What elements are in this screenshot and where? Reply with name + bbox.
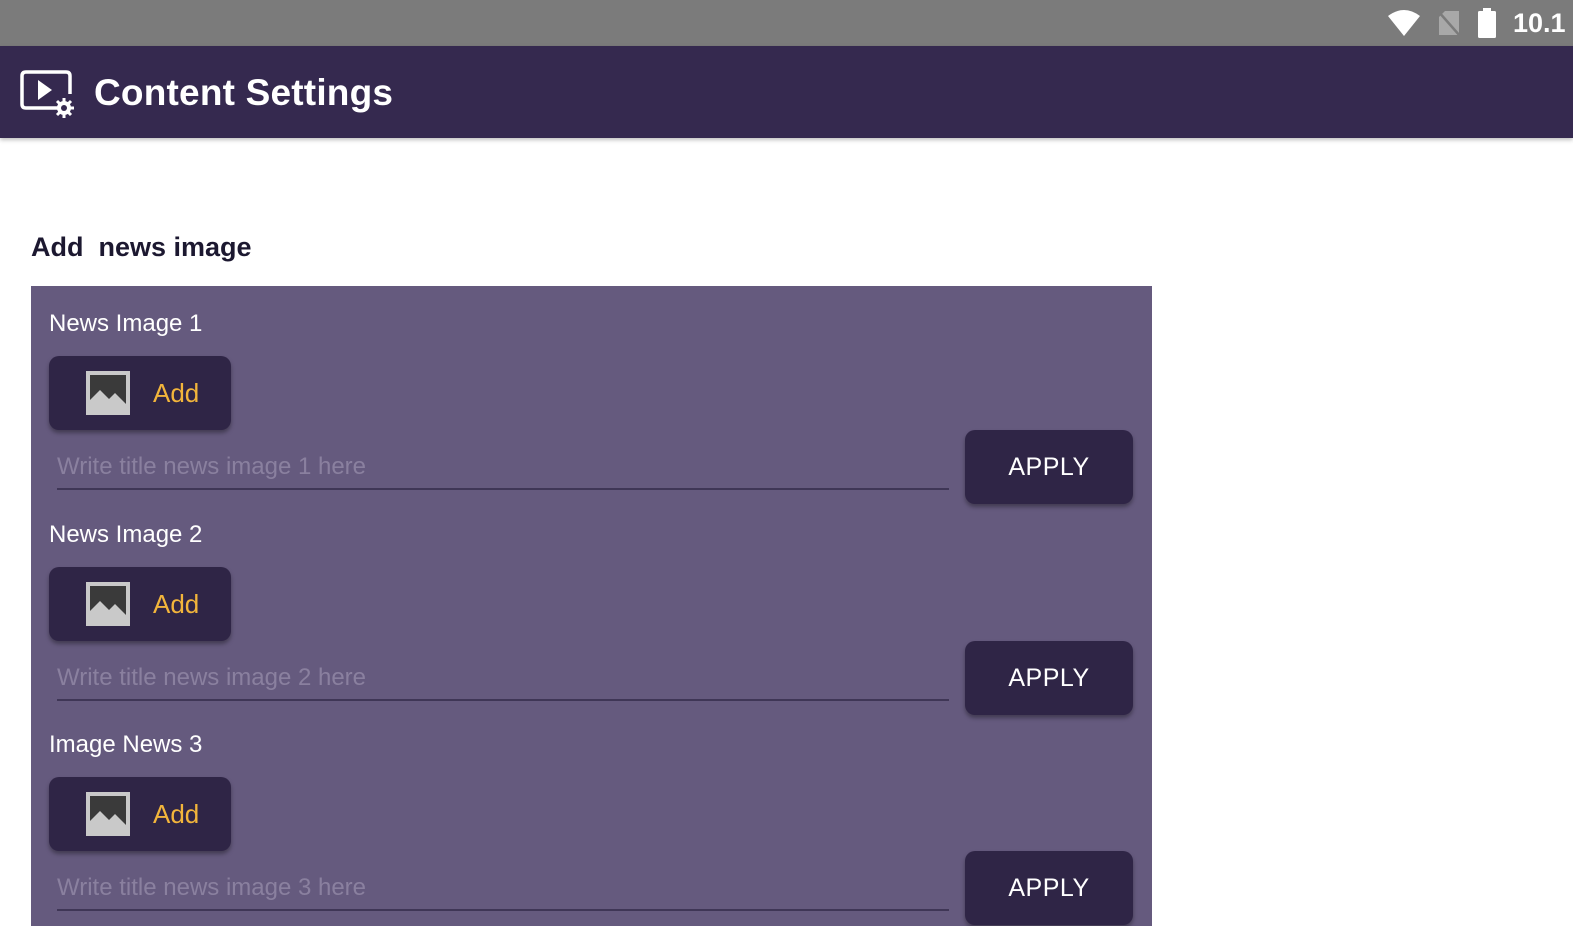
news-image-label: News Image 1: [49, 310, 203, 337]
news-image-label: Image News 3: [49, 731, 203, 758]
wifi-icon: [1388, 10, 1420, 36]
add-label: Add: [153, 799, 200, 829]
news-image-panel: News Image 1 Add APPLY News Image 2 Add …: [31, 286, 1152, 926]
status-icons: 10.1: [1387, 0, 1573, 46]
video-settings-icon: [20, 70, 74, 118]
news-title-input[interactable]: [57, 657, 949, 701]
no-sim-icon: [1437, 10, 1461, 37]
news-title-input[interactable]: [57, 446, 949, 490]
add-label: Add: [153, 378, 200, 408]
status-bar: 10.1: [0, 0, 1573, 46]
app-bar: Content Settings: [0, 46, 1573, 138]
news-image-item-2: News Image 2 Add APPLY: [31, 497, 1152, 715]
add-label: Add: [153, 589, 200, 619]
news-image-item-1: News Image 1 Add APPLY: [31, 286, 1152, 504]
add-image-button[interactable]: Add: [49, 777, 231, 851]
news-title-input[interactable]: [57, 867, 949, 911]
status-time: 10.1: [1513, 7, 1566, 38]
apply-button[interactable]: APPLY: [965, 641, 1133, 715]
apply-button[interactable]: APPLY: [965, 430, 1133, 504]
apply-button[interactable]: APPLY: [965, 851, 1133, 925]
news-image-label: News Image 2: [49, 521, 203, 548]
add-image-button[interactable]: Add: [49, 356, 231, 430]
page-title: Content Settings: [94, 72, 394, 113]
news-image-item-3: Image News 3 Add APPLY: [31, 707, 1152, 925]
image-icon: [86, 371, 130, 415]
battery-icon: [1478, 8, 1496, 38]
image-icon: [86, 792, 130, 836]
section-heading: Add news image: [31, 232, 252, 262]
add-image-button[interactable]: Add: [49, 567, 231, 641]
image-icon: [86, 582, 130, 626]
